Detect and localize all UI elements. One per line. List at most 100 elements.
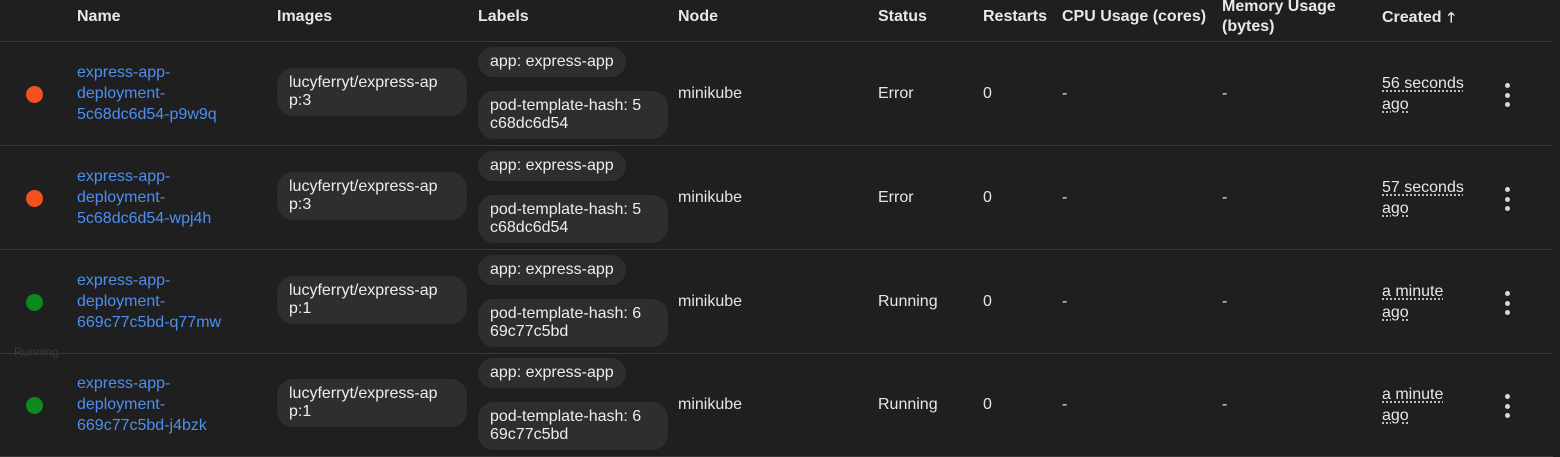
pod-name-line: express-app- [77,64,171,81]
more-actions-icon[interactable] [1497,394,1517,418]
image-chip: lucyferryt/express-ap p:3 [277,68,467,116]
label-chip-app: app: express-app [478,47,626,77]
image-chip-line: lucyferryt/express-ap [289,178,438,195]
status-value: Running [878,396,938,413]
column-header-node[interactable]: Node [678,7,718,27]
column-header-created-label: Created [1382,9,1442,26]
table-header: Name Images Labels Node Status Restarts … [0,0,1553,42]
pods-table: Name Images Labels Node Status Restarts … [0,0,1560,457]
image-chip-line: p:1 [289,300,312,317]
image-chip: lucyferryt/express-ap p:1 [277,276,467,324]
cpu-usage-value: - [1062,396,1068,413]
created-line: a minute [1382,386,1444,403]
column-header-restarts[interactable]: Restarts [983,7,1047,27]
status-indicator-icon [26,397,43,414]
label-chip-line: c68dc6d54 [490,219,569,236]
label-chip-line: pod-template-hash: 6 [490,305,642,322]
column-header-cpu[interactable]: CPU Usage (cores) [1062,7,1206,27]
pod-name-link[interactable]: express-app-deployment- 669c77c5bd-j4bzk [77,373,247,436]
pod-name-line: 5c68dc6d54-p9w9q [77,106,217,123]
created-line: ago [1382,304,1409,321]
created-timestamp[interactable]: a minute ago [1382,281,1472,323]
status-value: Error [878,189,914,206]
column-header-name[interactable]: Name [77,7,121,27]
image-chip-line: lucyferryt/express-ap [289,282,438,299]
image-chip-line: p:3 [289,92,312,109]
restarts-value: 0 [983,293,992,310]
label-chip-app: app: express-app [478,358,626,388]
memory-usage-value: - [1222,396,1228,413]
column-header-memory-line1: Memory Usage [1222,0,1336,15]
cpu-usage-value: - [1062,85,1068,102]
cpu-usage-value: - [1062,189,1068,206]
pod-name-line: express-app- [77,272,171,289]
more-actions-icon[interactable] [1497,83,1517,107]
created-timestamp[interactable]: a minute ago [1382,384,1472,426]
memory-usage-value: - [1222,85,1228,102]
table-row[interactable]: express-app-deployment- 669c77c5bd-j4bzk l… [0,353,1553,457]
status-value: Error [878,85,914,102]
pod-name-link[interactable]: express-app-deployment- 5c68dc6d54-p9w9q [77,62,247,125]
memory-usage-value: - [1222,189,1228,206]
label-chip-pod-template-hash: pod-template-hash: 5 c68dc6d54 [478,91,668,139]
table-row[interactable]: express-app-deployment- 5c68dc6d54-wpj4h l… [0,146,1553,250]
pod-name-link[interactable]: express-app-deployment- 5c68dc6d54-wpj4h [77,166,247,229]
label-chip-line: pod-template-hash: 5 [490,97,642,114]
image-chip-line: lucyferryt/express-ap [289,74,438,91]
memory-usage-value: - [1222,293,1228,310]
pod-name-line: deployment- [77,293,166,310]
column-header-status[interactable]: Status [878,7,927,27]
pod-name-line: deployment- [77,85,166,102]
pod-name-line: deployment- [77,189,166,206]
label-chip-app: app: express-app [478,151,626,181]
node-value: minikube [678,85,743,102]
label-chip-line: pod-template-hash: 6 [490,408,642,425]
label-chip-pod-template-hash: pod-template-hash: 6 69c77c5bd [478,299,668,347]
node-value: minikube [678,293,743,310]
label-chip-pod-template-hash: pod-template-hash: 5 c68dc6d54 [478,195,668,243]
status-indicator-icon [26,86,43,103]
label-chip-line: c68dc6d54 [490,115,569,132]
cpu-usage-value: - [1062,293,1068,310]
status-indicator-icon [26,294,43,311]
created-timestamp[interactable]: 56 seconds ago [1382,73,1472,115]
image-chip: lucyferryt/express-ap p:3 [277,172,467,220]
more-actions-icon[interactable] [1497,291,1517,315]
created-line: a minute [1382,283,1444,300]
restarts-value: 0 [983,396,992,413]
pod-name-line: 5c68dc6d54-wpj4h [77,210,212,227]
created-line: 56 seconds [1382,75,1464,92]
column-header-labels[interactable]: Labels [478,7,529,27]
pod-name-link[interactable]: express-app-deployment- 669c77c5bd-q77mw [77,270,247,333]
image-chip-line: lucyferryt/express-ap [289,385,438,402]
created-line: 57 seconds [1382,179,1464,196]
created-line: ago [1382,200,1409,217]
table-row[interactable]: express-app-deployment- 5c68dc6d54-p9w9q l… [0,42,1553,146]
node-value: minikube [678,189,743,206]
pod-name-line: deployment- [77,396,166,413]
label-chip-line: 69c77c5bd [490,426,569,443]
image-chip-line: p:1 [289,403,312,420]
label-chip-line: 69c77c5bd [490,323,569,340]
sort-ascending-icon: 🡑 [1447,9,1455,25]
status-indicator-icon [26,190,43,207]
created-line: ago [1382,407,1409,424]
created-line: ago [1382,96,1409,113]
pod-name-line: 669c77c5bd-j4bzk [77,417,207,434]
created-timestamp[interactable]: 57 seconds ago [1382,177,1472,219]
more-actions-icon[interactable] [1497,187,1517,211]
restarts-value: 0 [983,189,992,206]
pod-name-line: express-app- [77,168,171,185]
tooltip-ghost: Running [14,345,59,359]
image-chip: lucyferryt/express-ap p:1 [277,379,467,427]
pod-name-line: 669c77c5bd-q77mw [77,314,222,331]
table-row[interactable]: express-app-deployment- 669c77c5bd-q77mw l… [0,250,1553,354]
column-header-images[interactable]: Images [277,7,332,27]
node-value: minikube [678,396,743,413]
label-chip-line: pod-template-hash: 5 [490,201,642,218]
column-header-created[interactable]: Created 🡑 [1382,7,1455,28]
column-header-memory[interactable]: Memory Usage (bytes) [1222,0,1336,37]
pod-name-line: express-app- [77,375,171,392]
label-chip-pod-template-hash: pod-template-hash: 6 69c77c5bd [478,402,668,450]
column-header-memory-line2: (bytes) [1222,18,1275,35]
